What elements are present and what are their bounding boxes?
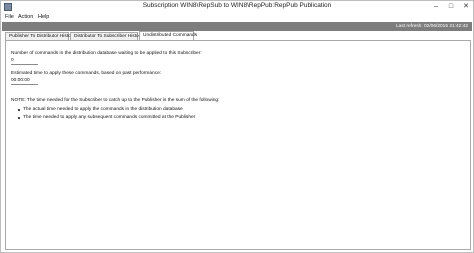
menu-bar: File Action Help	[1, 13, 473, 22]
bullet-icon	[18, 117, 20, 119]
title-bar: Subscription WIN8\RepSub to WIN8\RepPub:…	[1, 1, 473, 13]
menu-help[interactable]: Help	[38, 14, 49, 20]
bullet-item: The actual time needed to apply the comm…	[23, 107, 183, 112]
commands-count-label: Number of commands in the distribution d…	[11, 51, 202, 56]
tab-publisher-to-distributor-history[interactable]: Publisher To Distributor History	[5, 32, 75, 40]
menu-file[interactable]: File	[5, 14, 14, 20]
bullet-icon	[18, 109, 20, 111]
application-window: Subscription WIN8\RepSub to WIN8\RepPub:…	[0, 0, 474, 253]
estimated-time-label: Estimated time to apply these commands, …	[11, 71, 162, 76]
tab-undistributed-commands[interactable]: Undistributed Commands	[139, 31, 197, 40]
undistributed-commands-panel: Number of commands in the distribution d…	[5, 40, 471, 250]
maximize-icon[interactable]: □	[444, 1, 458, 12]
commands-count-value: 0	[11, 58, 38, 65]
refresh-status-bar: Last refresh: 02/06/2015 21:42:42	[2, 22, 472, 31]
estimated-time-value: 00:00:00	[11, 78, 38, 85]
menu-action[interactable]: Action	[18, 14, 33, 20]
window-title: Subscription WIN8\RepSub to WIN8\RepPub:…	[142, 2, 332, 9]
close-icon[interactable]: ✕	[459, 1, 473, 12]
last-refresh-text: Last refresh: 02/06/2015 21:42:42	[395, 23, 468, 29]
note-text: NOTE: The time needed for the Subscriber…	[11, 98, 220, 103]
minimize-icon[interactable]: –	[429, 1, 443, 12]
bullet-item: The time needed to apply any subsequent …	[23, 115, 196, 120]
tab-distributor-to-subscriber-history[interactable]: Distributor To Subscriber History	[70, 32, 143, 40]
